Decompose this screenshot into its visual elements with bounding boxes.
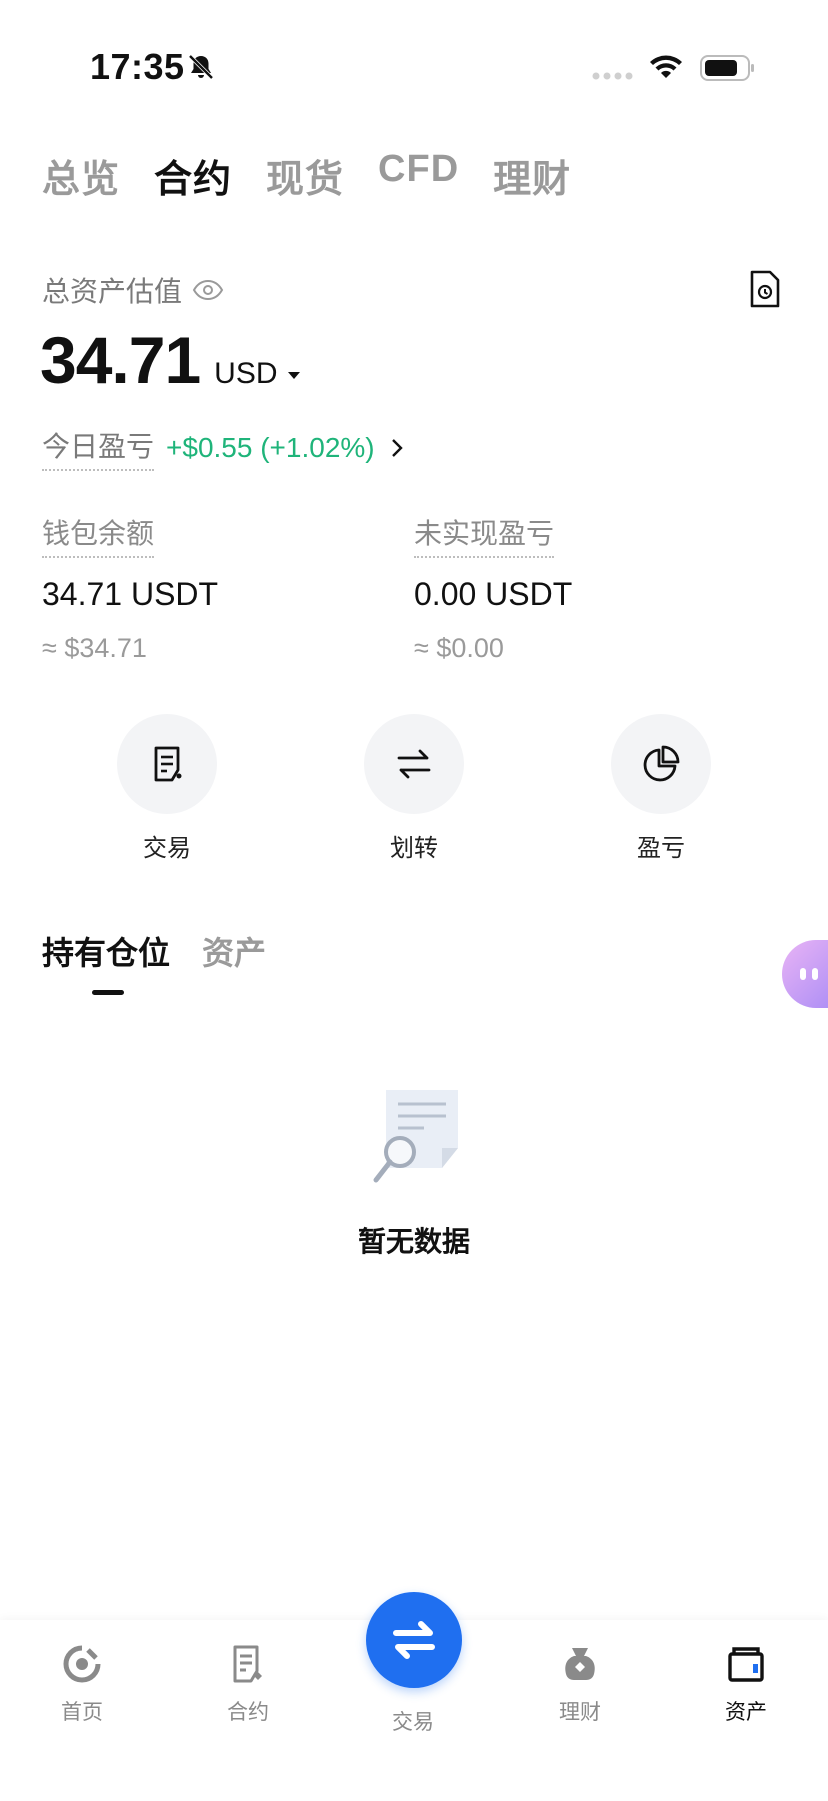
nav-assets[interactable]: 资产 [686,1644,806,1726]
caret-down-icon [287,371,300,379]
tab-underline [92,990,124,995]
home-icon [63,1645,101,1683]
history-report-icon[interactable] [748,270,782,308]
today-pnl-label: 今日盈亏 [42,425,155,471]
wifi-icon [650,55,682,78]
status-time: 17:35 [90,46,185,87]
wallet-icon [728,1647,764,1682]
nav-contract[interactable]: 合约 [188,1644,308,1726]
tab-overview[interactable]: 总览 [42,148,120,203]
bell-off-icon [188,54,214,80]
unrealized-pnl-approx: ≈ $0.00 [414,633,504,663]
empty-document-icon [373,1090,458,1183]
total-asset-label-row: 总资产估值 [42,270,224,310]
tab-spot[interactable]: 现货 [266,148,344,203]
eye-icon[interactable] [192,279,224,301]
nav-assets-label: 资产 [725,1701,767,1724]
wallet-balance: 钱包余额 34.71 USDT ≈ $34.71 [42,512,218,664]
chevron-right-icon [391,439,403,457]
unrealized-pnl-label: 未实现盈亏 [414,512,555,558]
transfer-action-label: 划转 [390,835,438,862]
empty-state-text: 暂无数据 [357,1226,470,1257]
transfer-action-circle [364,714,464,814]
nav-contract-label: 合约 [227,1701,269,1724]
pnl-action-button[interactable]: 盈亏 [591,714,731,863]
total-asset-label: 总资产估值 [42,276,183,307]
top-tabs: 总览 合约 现货 CFD 理财 [42,148,605,203]
trade-action-button[interactable]: 交易 [97,714,237,863]
section-tabs: 持有仓位 资产 [42,928,298,974]
transfer-action-button[interactable]: 划转 [344,714,484,863]
wallet-balance-approx: ≈ $34.71 [42,633,147,663]
transfer-icon [397,749,431,779]
unrealized-pnl-value: 0.00 USDT [414,576,573,612]
currency-label: USD [214,357,278,390]
trade-icon [393,1621,435,1659]
unrealized-pnl: 未实现盈亏 0.00 USDT ≈ $0.00 [414,512,572,664]
tab-cfd[interactable]: CFD [378,148,459,203]
assistant-icon [800,968,818,980]
wallet-balance-value: 34.71 USDT [42,576,219,612]
trade-action-circle [117,714,217,814]
nav-trade-label[interactable]: 交易 [353,1706,473,1736]
order-icon [154,746,182,782]
pnl-action-circle [611,714,711,814]
pie-chart-icon [643,745,680,782]
currency-selector[interactable]: USD [214,357,300,391]
nav-home-label: 首页 [61,1701,103,1724]
battery-icon [700,55,754,81]
tab-assets[interactable]: 资产 [202,928,266,974]
assistant-bubble[interactable] [782,940,828,1008]
pnl-action-label: 盈亏 [637,835,685,862]
status-bar: 17:35 [0,0,828,130]
total-asset-value-row: 34.71 USD [40,322,300,398]
nav-finance-label: 理财 [559,1701,601,1724]
nav-home[interactable]: 首页 [22,1644,142,1726]
tab-finance[interactable]: 理财 [493,148,571,203]
today-pnl-row[interactable]: 今日盈亏 +$0.55 (+1.02%) [42,425,405,471]
trade-fab-button[interactable] [366,1592,462,1688]
tab-contract[interactable]: 合约 [154,148,232,203]
signal-icon [592,72,633,80]
finance-icon [565,1648,595,1680]
wallet-balance-label: 钱包余额 [42,512,155,558]
contract-icon [233,1645,262,1683]
trade-action-label: 交易 [143,835,191,862]
total-asset-value: 34.71 [40,323,201,397]
nav-finance[interactable]: 理财 [520,1644,640,1726]
today-pnl-value: +$0.55 (+1.02%) [166,432,375,463]
tab-positions[interactable]: 持有仓位 [42,928,170,974]
